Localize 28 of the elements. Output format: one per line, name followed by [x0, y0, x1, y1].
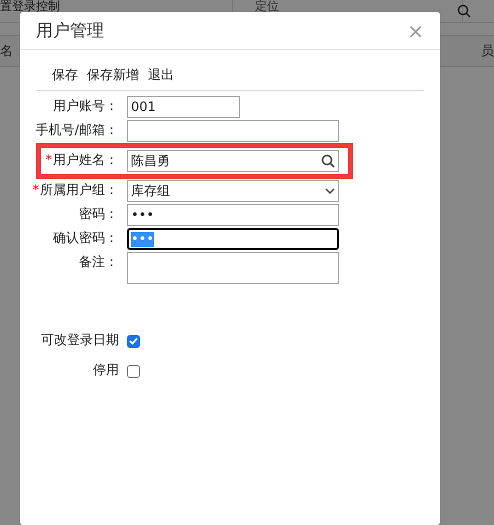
chevron-down-icon[interactable] [325, 188, 335, 194]
field-label: 所属用户组： [40, 182, 118, 200]
toolbar-button[interactable]: 退出 [148, 66, 174, 84]
toolbar-button[interactable]: 保存 [52, 66, 78, 84]
field-label: 备注： [79, 254, 118, 272]
column-header: 员 [481, 43, 494, 60]
field-label: 用户姓名： [53, 152, 118, 170]
lookup-field[interactable]: 陈昌勇 [127, 150, 339, 172]
checkbox[interactable] [127, 334, 140, 348]
required-mark: * [32, 182, 39, 200]
toolbar-button[interactable]: 保存新增 [87, 66, 139, 84]
field-label: 手机号/邮箱： [36, 122, 118, 140]
checkbox-label: 停用 [92, 362, 120, 380]
required-mark: * [46, 152, 52, 170]
search-icon[interactable] [321, 154, 335, 168]
field-label: 确认密码： [53, 230, 118, 248]
checkbox[interactable] [127, 364, 140, 378]
search-icon[interactable] [457, 4, 471, 18]
dropdown[interactable]: 库存组 [127, 180, 339, 202]
column-header: 名 [0, 43, 13, 60]
field-label: 密码： [79, 206, 118, 224]
field-label: 用户账号： [53, 98, 118, 116]
textarea[interactable] [127, 252, 339, 284]
dialog-title: 用户管理 [36, 20, 104, 42]
input-field[interactable] [127, 120, 339, 142]
password-field[interactable]: ••• [127, 204, 339, 226]
input-field[interactable]: 001 [127, 96, 240, 118]
checkbox-label: 可改登录日期 [40, 332, 120, 350]
